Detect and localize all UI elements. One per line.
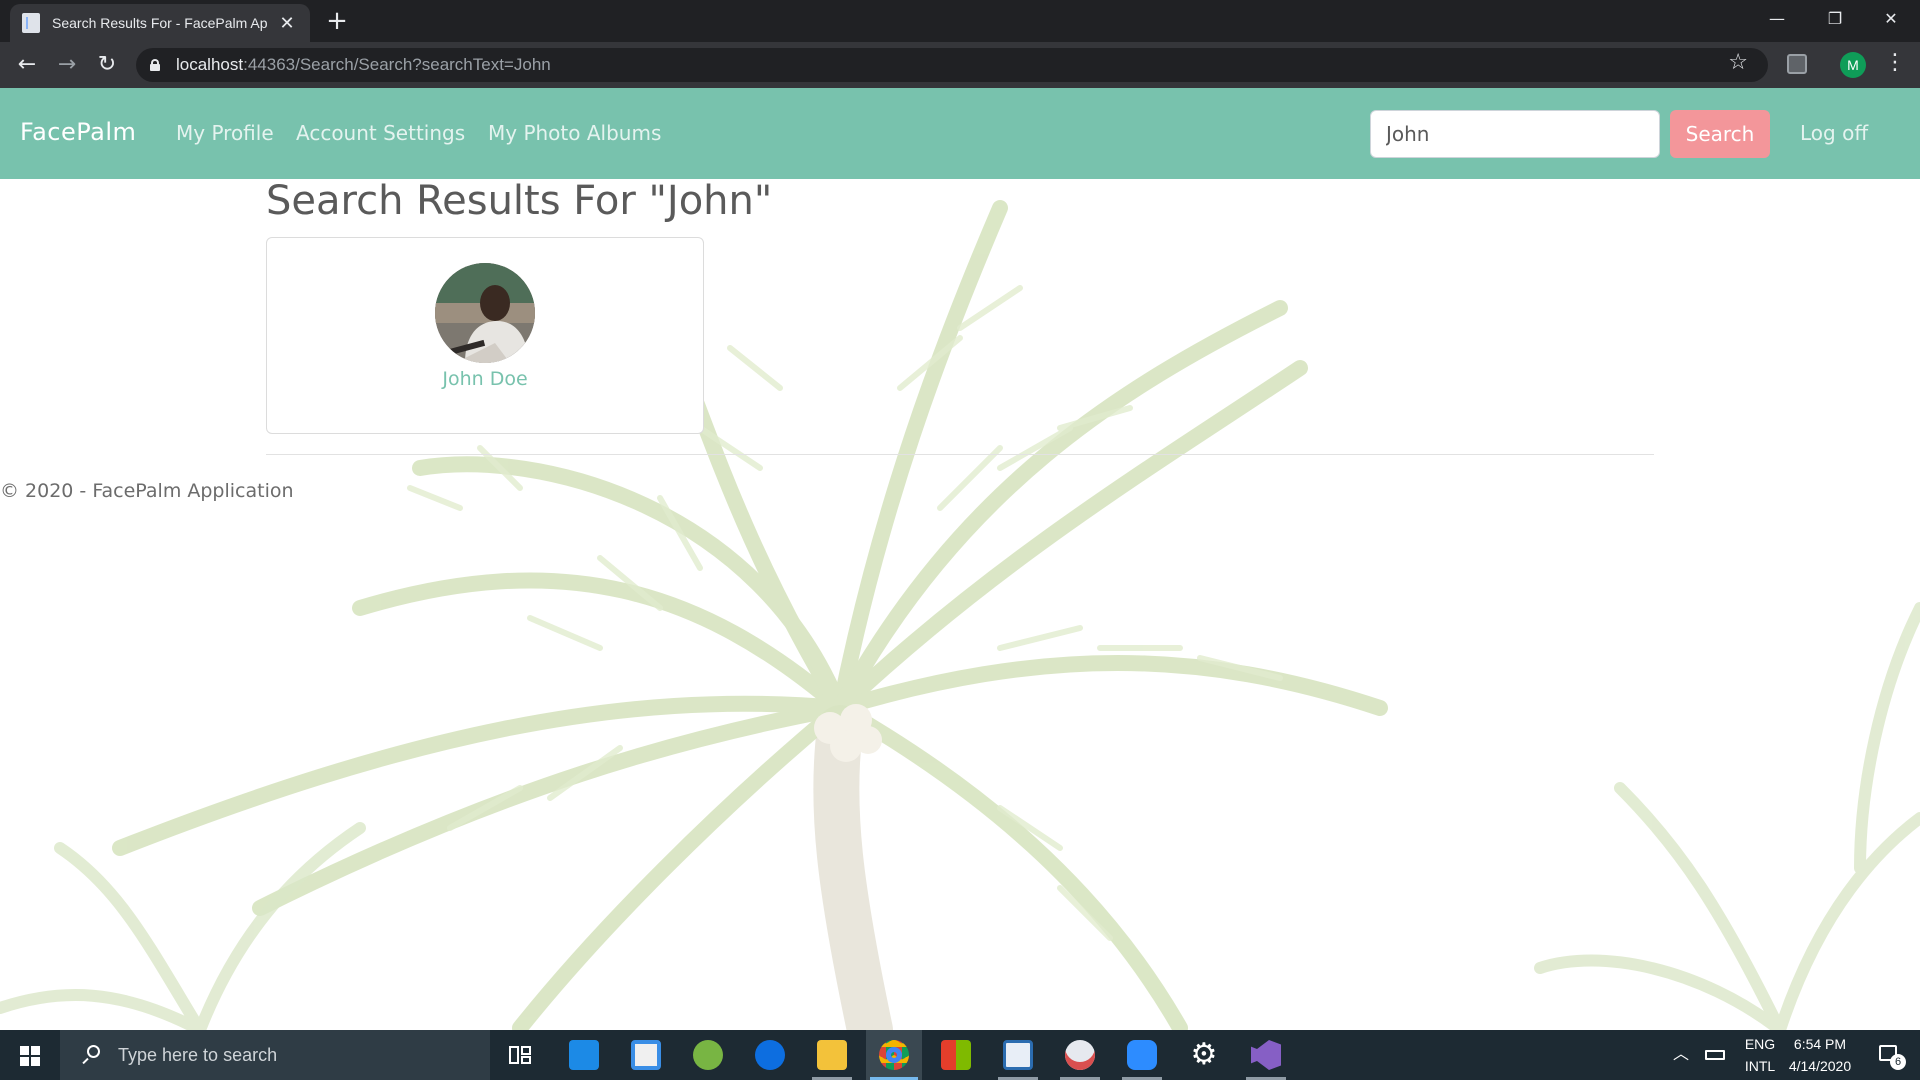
forward-arrow-icon[interactable]: →: [53, 51, 81, 79]
close-window-button[interactable]: ✕: [1862, 0, 1920, 38]
search-button[interactable]: Search: [1670, 110, 1770, 158]
search-icon: [80, 1045, 100, 1065]
chrome-icon: [879, 1040, 909, 1070]
url-host: localhost: [176, 55, 244, 74]
result-card[interactable]: John Doe: [266, 237, 704, 434]
q-app-icon: [1003, 1040, 1033, 1070]
action-center-button[interactable]: 6: [1870, 1030, 1910, 1080]
nav-my-photo-albums[interactable]: My Photo Albums: [488, 121, 661, 145]
zoom-icon: [1127, 1040, 1157, 1070]
clock-time: 6:54 PM: [1793, 1036, 1847, 1052]
tray-chevron-up-icon[interactable]: ︿: [1666, 1030, 1696, 1080]
page-viewport: FacePalm My Profile Account Settings My …: [0, 88, 1920, 1030]
profile-photo: [435, 263, 535, 363]
lock-icon[interactable]: [150, 59, 160, 71]
taskbar-app-q[interactable]: [990, 1030, 1046, 1080]
avatar[interactable]: [435, 263, 535, 363]
taskbar-mail[interactable]: [556, 1030, 612, 1080]
minimize-button[interactable]: —: [1748, 0, 1806, 38]
nav-account-settings[interactable]: Account Settings: [296, 121, 465, 145]
maps-pin-icon: [755, 1040, 785, 1070]
profile-avatar[interactable]: M: [1840, 52, 1866, 78]
extension-icon[interactable]: [1787, 54, 1807, 74]
office-icon: [941, 1040, 971, 1070]
result-name-link[interactable]: John Doe: [267, 368, 703, 390]
windows-logo-icon: [20, 1046, 40, 1066]
back-arrow-icon[interactable]: ←: [13, 51, 41, 79]
tab-title: Search Results For - FacePalm Ap: [52, 15, 268, 31]
logoff-link[interactable]: Log off: [1800, 121, 1868, 145]
taskbar-office[interactable]: [928, 1030, 984, 1080]
restore-button[interactable]: ❐: [1806, 0, 1864, 38]
footer-copyright: © 2020 - FacePalm Application: [0, 480, 294, 502]
store-icon: [631, 1040, 661, 1070]
page-title: Search Results For "John": [266, 178, 773, 224]
battery-icon[interactable]: [1700, 1030, 1730, 1080]
start-button[interactable]: [0, 1030, 60, 1080]
taskbar-search-placeholder: Type here to search: [118, 1044, 278, 1065]
browser-menu-icon[interactable]: ⋮: [1884, 50, 1906, 75]
bookmark-star-icon[interactable]: ☆: [1728, 50, 1748, 75]
reload-icon[interactable]: ↻: [93, 51, 121, 79]
brand-logo[interactable]: FacePalm: [20, 118, 136, 146]
taskbar-search-box[interactable]: Type here to search: [60, 1030, 490, 1080]
address-bar[interactable]: localhost:44363/Search/Search?searchText…: [136, 48, 1768, 82]
notification-count-badge: 6: [1890, 1054, 1906, 1070]
taskbar-visual-studio[interactable]: [1238, 1030, 1294, 1080]
gear-icon: ⚙: [1190, 1037, 1218, 1072]
taskbar-store[interactable]: [618, 1030, 674, 1080]
tab-close-icon[interactable]: ✕: [276, 13, 298, 34]
url-path: :44363/Search/Search?searchText=John: [243, 55, 551, 74]
taskbar-utorrent[interactable]: [680, 1030, 736, 1080]
footer-divider: [266, 454, 1654, 455]
windows-taskbar: Type here to search ⚙ ︿ ENG INTL 6:54 PM…: [0, 1030, 1920, 1080]
new-tab-button[interactable]: +: [322, 6, 352, 36]
site-navbar: FacePalm My Profile Account Settings My …: [0, 88, 1920, 179]
taskbar-chrome[interactable]: [866, 1030, 922, 1080]
page-favicon-icon: [22, 13, 40, 33]
visual-studio-icon: [1251, 1040, 1281, 1070]
clock[interactable]: 6:54 PM 4/14/2020: [1770, 1030, 1870, 1080]
nav-my-profile[interactable]: My Profile: [176, 121, 274, 145]
task-view-button[interactable]: [492, 1030, 548, 1080]
snip-icon: [1065, 1040, 1095, 1070]
taskbar-maps[interactable]: [742, 1030, 798, 1080]
browser-tab[interactable]: Search Results For - FacePalm Ap ✕: [10, 4, 310, 42]
mail-icon: [569, 1040, 599, 1070]
clock-date: 4/14/2020: [1788, 1058, 1852, 1074]
taskbar-settings[interactable]: ⚙: [1176, 1030, 1232, 1080]
taskbar-file-explorer[interactable]: [804, 1030, 860, 1080]
search-input[interactable]: [1370, 110, 1660, 158]
palm-tree-background: [0, 200, 1920, 1030]
utorrent-icon: [693, 1040, 723, 1070]
folder-icon: [817, 1040, 847, 1070]
taskbar-snip[interactable]: [1052, 1030, 1108, 1080]
browser-titlebar: Search Results For - FacePalm Ap ✕ + — ❐…: [0, 0, 1920, 42]
task-view-icon: [509, 1046, 531, 1064]
taskbar-zoom[interactable]: [1114, 1030, 1170, 1080]
browser-toolbar: ← → ↻ localhost:44363/Search/Search?sear…: [0, 42, 1920, 88]
